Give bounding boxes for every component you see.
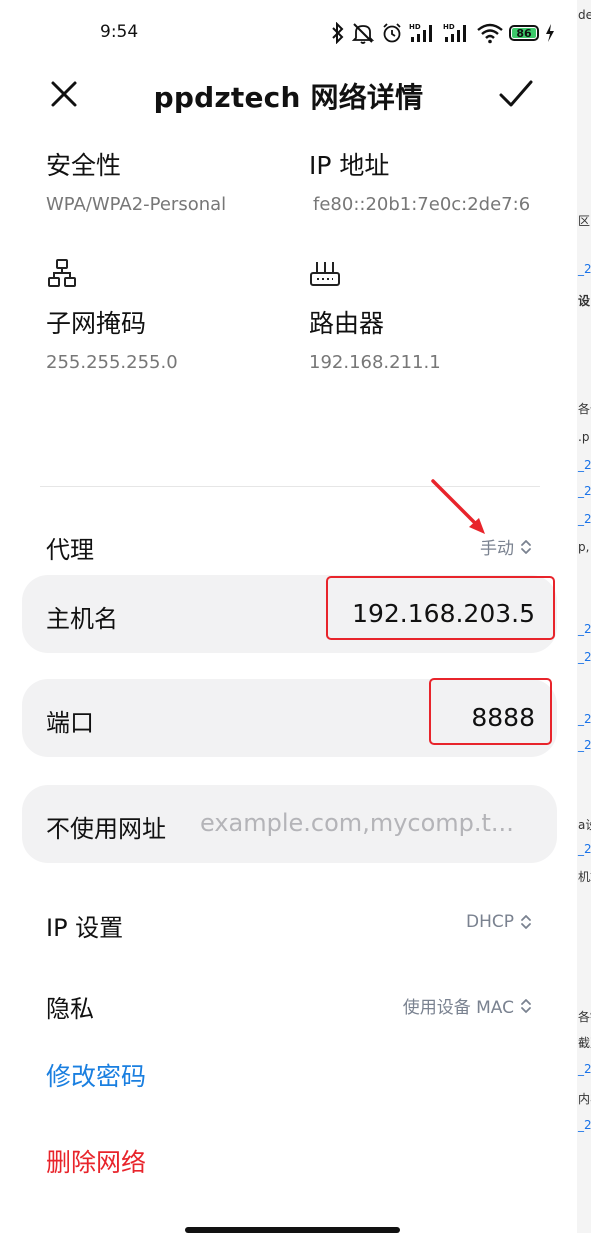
change-password-link[interactable]: 修改密码 <box>46 1057 146 1093</box>
privacy-select[interactable]: 使用设备 MAC <box>403 993 532 1018</box>
bg-fragment: 截至 <box>578 1036 591 1050</box>
router-value: 192.168.211.1 <box>309 352 441 373</box>
privacy-row[interactable]: 隐私 使用设备 MAC <box>46 989 536 1024</box>
status-time: 9:54 <box>100 22 139 42</box>
status-bar: 9:54 HD HD 86 <box>0 0 577 66</box>
bg-fragment: der <box>578 8 591 22</box>
wifi-icon <box>477 22 503 44</box>
bg-fragment: _2 <box>578 1062 591 1076</box>
alarm-icon <box>381 22 403 44</box>
bg-fragment: 内容 <box>578 1092 591 1106</box>
bg-fragment: _2 <box>578 458 591 472</box>
chevron-updown-icon <box>521 539 531 554</box>
bg-fragment: _2 <box>578 484 591 498</box>
page-title: ppdztech 网络详情 <box>153 81 424 114</box>
ip-address-value: fe80::20b1:7e0c:2de7:6 <box>313 194 531 215</box>
confirm-check-icon[interactable] <box>496 74 536 114</box>
bg-fragment: 各位 <box>578 402 591 416</box>
ip-settings-value: DHCP <box>466 912 514 932</box>
ip-address-info: IP 地址 fe80::20b1:7e0c:2de7:6 <box>309 146 535 215</box>
bg-fragment: _2 <box>578 842 591 856</box>
chevron-updown-icon <box>521 998 531 1013</box>
port-label: 端口 <box>46 709 94 737</box>
bg-fragment: _2 <box>578 1118 591 1132</box>
bg-fragment: _2 <box>578 738 591 752</box>
delete-network-link[interactable]: 删除网络 <box>46 1143 146 1179</box>
annotation-box-port <box>429 678 552 745</box>
security-value: WPA/WPA2-Personal <box>46 194 227 215</box>
proxy-mode-select[interactable]: 手动 <box>480 534 532 559</box>
proxy-row[interactable]: 代理 手动 <box>46 530 536 565</box>
privacy-value: 使用设备 MAC <box>402 998 514 1018</box>
bg-fragment: _2 <box>578 650 591 664</box>
hd-signal-icon: HD <box>443 22 471 44</box>
bypass-input-placeholder[interactable]: example.com,mycomp.t... <box>200 809 514 837</box>
subnet-label: 子网掩码 <box>46 309 147 338</box>
battery-icon: 86 <box>509 25 539 41</box>
home-indicator[interactable] <box>185 1227 400 1233</box>
mute-icon <box>351 22 375 44</box>
bg-fragment: .p <box>578 430 590 444</box>
bg-fragment: a设 <box>578 818 591 832</box>
charging-icon <box>545 24 555 42</box>
bg-fragment: 各链 <box>578 1010 591 1024</box>
wifi-details-screen: 9:54 HD HD 86 ppdztech 网络详情 安全性 WPA/WPA2… <box>0 0 577 1233</box>
bg-fragment: 机端 <box>578 870 591 884</box>
privacy-label: 隐私 <box>46 995 94 1023</box>
router-icon <box>309 258 341 292</box>
proxy-mode-value: 手动 <box>480 539 514 559</box>
bg-fragment: 设 <box>578 294 591 308</box>
header: ppdztech 网络详情 <box>0 66 577 126</box>
bg-fragment: p, <box>578 540 590 554</box>
bypass-label: 不使用网址 <box>46 815 166 843</box>
annotation-box-hostname <box>326 576 555 640</box>
ip-address-label: IP 地址 <box>309 151 390 180</box>
bg-fragment: _2 <box>578 712 591 726</box>
subnet-icon <box>47 258 77 292</box>
hostname-label: 主机名 <box>46 605 118 633</box>
bg-fragment: _2 <box>578 622 591 636</box>
ip-settings-row[interactable]: IP 设置 DHCP <box>46 908 536 943</box>
bg-fragment: _2 <box>578 262 591 276</box>
ip-settings-select[interactable]: DHCP <box>466 912 532 932</box>
battery-level: 86 <box>512 27 536 40</box>
bg-fragment: 区 <box>578 214 591 228</box>
bluetooth-icon <box>331 22 345 44</box>
bypass-field[interactable]: 不使用网址 example.com,mycomp.t... <box>22 785 557 863</box>
proxy-label: 代理 <box>46 536 94 564</box>
subnet-info: 子网掩码 255.255.255.0 <box>46 304 286 373</box>
security-info: 安全性 WPA/WPA2-Personal <box>46 146 286 215</box>
status-icons: HD HD 86 <box>331 20 555 46</box>
svg-text:HD: HD <box>409 23 421 31</box>
ip-settings-label: IP 设置 <box>46 914 124 942</box>
router-info: 路由器 192.168.211.1 <box>309 304 535 373</box>
hd-signal-icon: HD <box>409 22 437 44</box>
bg-fragment: _2 <box>578 512 591 526</box>
router-label: 路由器 <box>309 309 385 338</box>
svg-text:HD: HD <box>443 23 455 31</box>
chevron-updown-icon <box>521 915 531 929</box>
security-label: 安全性 <box>46 151 122 180</box>
background-app-sliver: der 区 _2 设 各位 .p _2 _2 _2 p, _2 _2 _2 _2… <box>576 0 591 1233</box>
subnet-value: 255.255.255.0 <box>46 352 178 373</box>
